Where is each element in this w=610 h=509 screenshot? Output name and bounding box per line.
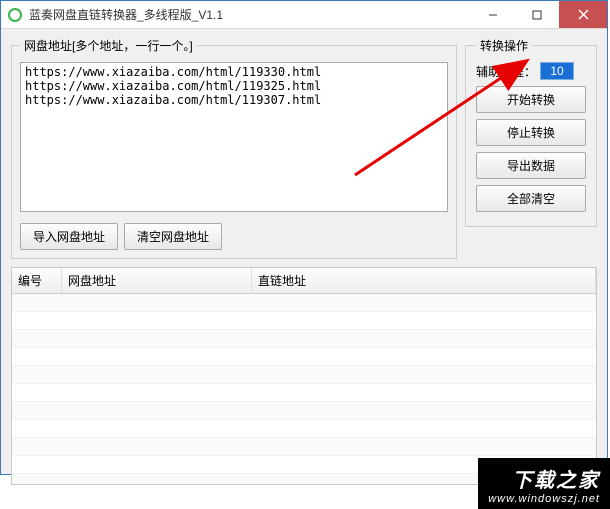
result-table: 编号 网盘地址 直链地址 [11, 267, 597, 485]
export-data-button[interactable]: 导出数据 [476, 152, 586, 179]
clear-address-button[interactable]: 清空网盘地址 [124, 223, 222, 250]
app-icon [7, 7, 23, 23]
clear-all-button[interactable]: 全部清空 [476, 185, 586, 212]
operation-fieldset: 转换操作 辅助线程： 开始转换 停止转换 导出数据 全部清空 [465, 37, 597, 227]
start-convert-button[interactable]: 开始转换 [476, 86, 586, 113]
col-source-url[interactable]: 网盘地址 [62, 268, 252, 293]
table-row [12, 348, 596, 366]
thread-row: 辅助线程： [476, 62, 586, 80]
main-content: 网盘地址[多个地址，一行一个。] 导入网盘地址 清空网盘地址 转换操作 辅助线程… [1, 29, 607, 267]
table-header: 编号 网盘地址 直链地址 [12, 268, 596, 294]
window-controls [471, 1, 607, 28]
table-row [12, 330, 596, 348]
col-direct-url[interactable]: 直链地址 [252, 268, 596, 293]
address-button-row: 导入网盘地址 清空网盘地址 [20, 223, 448, 250]
table-row [12, 294, 596, 312]
close-button[interactable] [559, 1, 607, 28]
address-legend: 网盘地址[多个地址，一行一个。] [20, 37, 197, 54]
table-row [12, 402, 596, 420]
table-row [12, 312, 596, 330]
window-title: 蓝奏网盘直链转换器_多线程版_V1.1 [29, 6, 471, 23]
thread-input[interactable] [540, 62, 574, 80]
table-row [12, 366, 596, 384]
left-panel: 网盘地址[多个地址，一行一个。] 导入网盘地址 清空网盘地址 [11, 37, 457, 259]
import-address-button[interactable]: 导入网盘地址 [20, 223, 118, 250]
titlebar: 蓝奏网盘直链转换器_多线程版_V1.1 [1, 1, 607, 29]
right-panel: 转换操作 辅助线程： 开始转换 停止转换 导出数据 全部清空 [465, 37, 597, 259]
minimize-button[interactable] [471, 1, 515, 28]
watermark-name: 下载之家 [488, 464, 600, 493]
table-row [12, 420, 596, 438]
app-window: 蓝奏网盘直链转换器_多线程版_V1.1 网盘地址[多个地址，一行一个。] 导入网… [0, 0, 608, 475]
address-textarea[interactable] [20, 62, 448, 212]
table-row [12, 438, 596, 456]
table-row [12, 384, 596, 402]
stop-convert-button[interactable]: 停止转换 [476, 119, 586, 146]
watermark: 下载之家 www.windowszj.net [478, 458, 610, 509]
thread-label: 辅助线程： [476, 63, 536, 80]
operation-legend: 转换操作 [476, 37, 532, 54]
watermark-url: www.windowszj.net [488, 493, 600, 505]
col-id[interactable]: 编号 [12, 268, 62, 293]
maximize-button[interactable] [515, 1, 559, 28]
table-body [12, 294, 596, 485]
address-fieldset: 网盘地址[多个地址，一行一个。] 导入网盘地址 清空网盘地址 [11, 37, 457, 259]
